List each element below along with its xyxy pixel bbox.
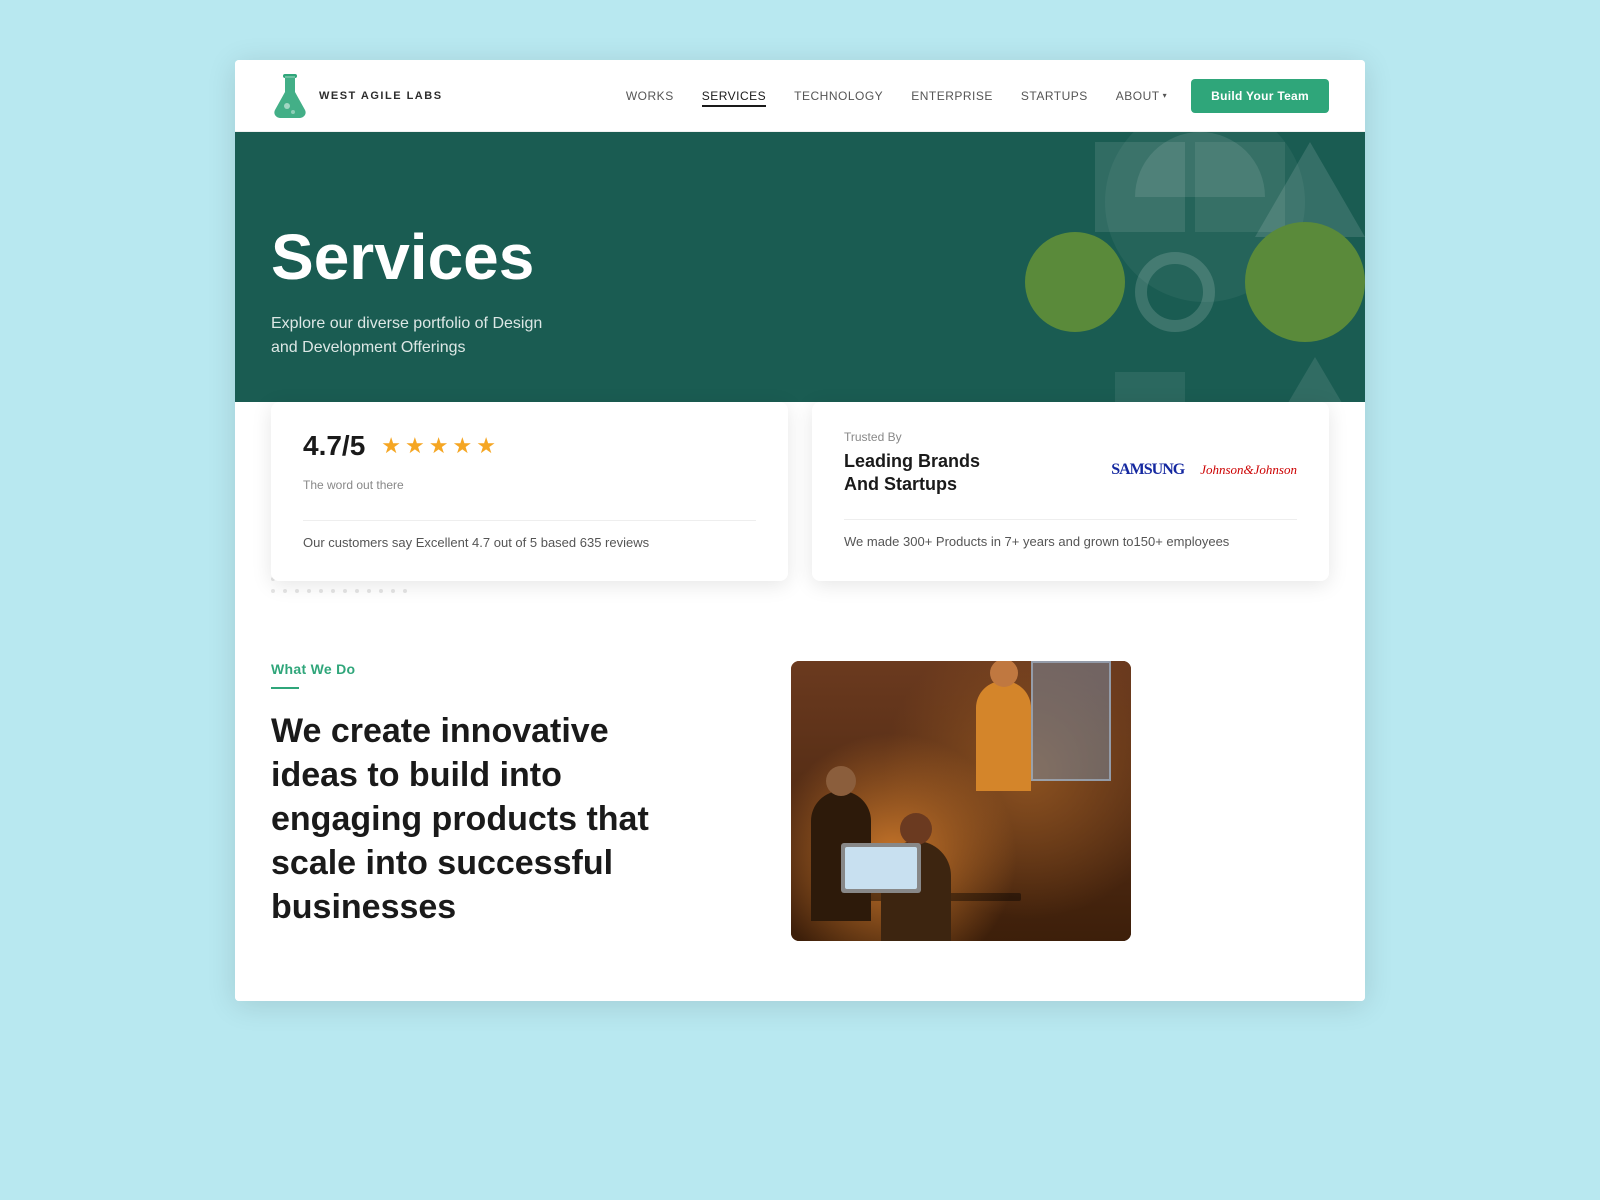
caret-icon: ▾ (1163, 91, 1168, 100)
star-1: ★ (381, 433, 401, 459)
what-right (791, 661, 1131, 941)
trusted-title: Leading Brands And Startups (844, 450, 980, 497)
what-heading: We create innovative ideas to build into… (271, 709, 751, 930)
dot-row (271, 589, 407, 593)
nav-link-services[interactable]: SERVICES (702, 89, 766, 107)
trusted-card: Trusted By Leading Brands And Startups S… (812, 402, 1329, 581)
card-divider-2 (844, 519, 1297, 520)
team-image (791, 661, 1131, 941)
samsung-logo: SAMSUNG (1111, 461, 1184, 479)
nav-item-technology[interactable]: TECHNOLOGY (794, 87, 883, 105)
nav-link-enterprise[interactable]: ENTERPRISE (911, 89, 993, 103)
dot (283, 589, 287, 593)
dot (379, 589, 383, 593)
dot (295, 589, 299, 593)
star-3: ★ (429, 433, 449, 459)
stats-cards: 4.7/5 ★ ★ ★ ★ ★ The word out there Our c… (271, 402, 1329, 581)
what-we-do-label: What We Do (271, 661, 751, 677)
dot (367, 589, 371, 593)
trusted-logos: SAMSUNG Johnson&Johnson (1111, 461, 1297, 479)
hero-title: Services (271, 224, 542, 291)
dot (343, 589, 347, 593)
rating-number: 4.7/5 (303, 430, 365, 462)
card-divider (303, 520, 756, 521)
nav-item-services[interactable]: SERVICES (702, 87, 766, 105)
what-we-do-section: What We Do We create innovative ideas to… (235, 621, 1365, 1001)
rating-top: 4.7/5 ★ ★ ★ ★ ★ (303, 430, 756, 462)
logo-text: WEST AGILE LABS (319, 90, 443, 102)
star-4: ★ (452, 433, 472, 459)
rating-card: 4.7/5 ★ ★ ★ ★ ★ The word out there Our c… (271, 402, 788, 581)
person-silhouette-3 (976, 681, 1031, 791)
laptop-screen (845, 847, 917, 889)
logo-area: WEST AGILE LABS (271, 72, 443, 120)
nav-link-about[interactable]: ABOUT ▾ (1116, 89, 1167, 103)
star-5: ★ (476, 433, 496, 459)
nav-links: WORKS SERVICES TECHNOLOGY ENTERPRISE STA… (626, 87, 1167, 105)
logo-icon (271, 72, 309, 120)
window-shape (1031, 661, 1111, 781)
shape-circle-outline (1135, 252, 1215, 332)
nav-item-startups[interactable]: STARTUPS (1021, 87, 1088, 105)
stars: ★ ★ ★ ★ ★ (381, 433, 496, 459)
nav-link-startups[interactable]: STARTUPS (1021, 89, 1088, 103)
nav-item-works[interactable]: WORKS (626, 87, 674, 105)
nav-link-works[interactable]: WORKS (626, 89, 674, 103)
dot (391, 589, 395, 593)
what-left: What We Do We create innovative ideas to… (271, 661, 751, 930)
hero-content: Services Explore our diverse portfolio o… (271, 224, 542, 359)
nav-link-technology[interactable]: TECHNOLOGY (794, 89, 883, 103)
laptop-shape (841, 843, 921, 893)
dot (319, 589, 323, 593)
shape-circle-olive-1 (1025, 232, 1125, 332)
dot (355, 589, 359, 593)
trusted-description: We made 300+ Products in 7+ years and gr… (844, 532, 1297, 552)
rating-label: The word out there (303, 478, 756, 492)
rating-description: Our customers say Excellent 4.7 out of 5… (303, 533, 756, 553)
trusted-by-label: Trusted By (844, 430, 1297, 444)
dot (331, 589, 335, 593)
page-wrapper: WEST AGILE LABS WORKS SERVICES TECHNOLOG… (235, 60, 1365, 1001)
johnson-logo: Johnson&Johnson (1200, 462, 1297, 478)
dot (271, 589, 275, 593)
stats-section: 4.7/5 ★ ★ ★ ★ ★ The word out there Our c… (235, 402, 1365, 621)
nav-item-about[interactable]: ABOUT ▾ (1116, 89, 1167, 103)
dot (307, 589, 311, 593)
dot (403, 589, 407, 593)
nav-item-enterprise[interactable]: ENTERPRISE (911, 87, 993, 105)
build-team-button[interactable]: Build Your Team (1191, 79, 1329, 113)
star-2: ★ (405, 433, 425, 459)
shape-circle-olive-2 (1245, 222, 1365, 342)
navbar: WEST AGILE LABS WORKS SERVICES TECHNOLOG… (235, 60, 1365, 132)
hero-subtitle: Explore our diverse portfolio of Design … (271, 312, 542, 360)
label-underline (271, 687, 299, 689)
